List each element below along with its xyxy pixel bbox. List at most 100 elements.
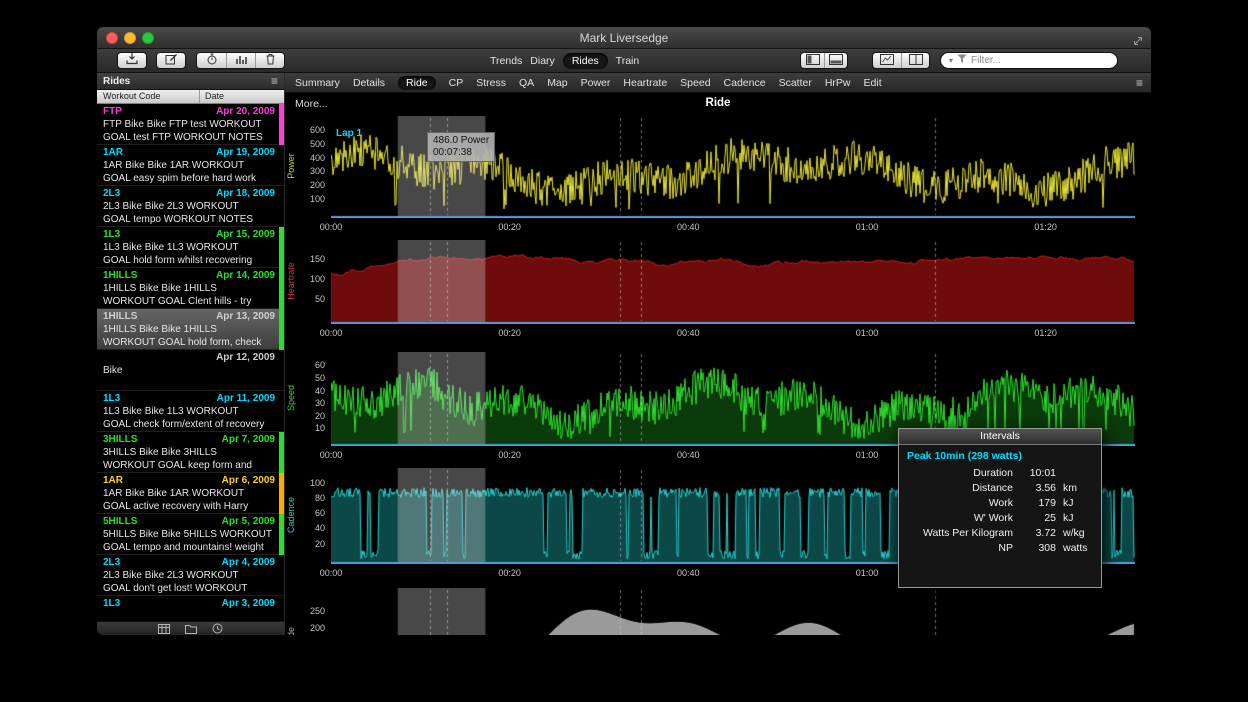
- ride-description: 5HILLS Bike Bike 5HILLS WORKOUT: [103, 528, 275, 541]
- analysis-tabs: ≡ Summary Details Ride CP Stress QA Map Power He…: [285, 73, 1151, 93]
- analysis-tab-cadence[interactable]: Cadence: [724, 77, 766, 89]
- filter-field[interactable]: ▾ Filter...: [940, 52, 1118, 69]
- panel-bottom-icon: [829, 52, 843, 69]
- page-title: Ride: [285, 93, 1151, 114]
- ride-list-item[interactable]: 1HILLSApr 14, 20091HILLS Bike Bike 1HILL…: [97, 268, 284, 309]
- stat-unit: kJ: [1063, 511, 1093, 526]
- nav-tab-diary[interactable]: Diary: [530, 55, 555, 67]
- analysis-tab-map[interactable]: Map: [547, 77, 567, 89]
- analysis-tab-hrpw[interactable]: HrPw: [825, 77, 851, 89]
- analysis-tab-ride[interactable]: Ride: [398, 76, 436, 90]
- sidebar-menu-icon[interactable]: ≡: [271, 73, 278, 90]
- column-date[interactable]: Date: [199, 90, 224, 103]
- list-column-headers: Workout Code Date: [97, 90, 284, 104]
- analysis-tab-power[interactable]: Power: [581, 77, 611, 89]
- ride-description: GOAL check form/extent of recovery: [103, 418, 275, 431]
- tabs-menu-icon[interactable]: ≡: [1136, 76, 1143, 90]
- intervals-popup-title[interactable]: Intervals: [899, 429, 1101, 445]
- main-area: ≡ Summary Details Ride CP Stress QA Map Power He…: [285, 73, 1151, 635]
- panel-left-icon: [806, 52, 820, 69]
- window-titlebar[interactable]: Mark Liversedge: [97, 27, 1151, 49]
- analysis-tab-cp[interactable]: CP: [449, 77, 464, 89]
- intervals-button[interactable]: [226, 53, 255, 68]
- x-tick-label: 00:20: [492, 568, 528, 578]
- interval-stat-row: NP308watts: [907, 541, 1093, 556]
- toggle-bottombar-button[interactable]: [824, 53, 847, 68]
- y-tick-label: 60: [297, 508, 325, 518]
- analysis-tab-heartrate[interactable]: Heartrate: [623, 77, 667, 89]
- close-button[interactable]: [106, 32, 118, 44]
- toggle-sidebar-button[interactable]: [801, 53, 824, 68]
- nav-tab-trends[interactable]: Trends: [490, 55, 522, 67]
- ride-date: Apr 12, 2009: [216, 351, 275, 364]
- delete-ride-button[interactable]: [255, 53, 284, 68]
- interval-stat-row: Distance3.56km: [907, 481, 1093, 496]
- ride-list-item[interactable]: 1L3Apr 11, 20091L3 Bike Bike 1L3 WORKOUT…: [97, 391, 284, 432]
- ride-list-item[interactable]: 3HILLSApr 7, 20093HILLS Bike Bike 3HILLS…: [97, 432, 284, 473]
- x-tick-label: 00:20: [492, 450, 528, 460]
- stopwatch-button[interactable]: [197, 53, 226, 68]
- ride-description: GOAL tempo WORKOUT NOTES: [103, 213, 275, 226]
- folder-icon[interactable]: [185, 624, 197, 634]
- analysis-tab-qa[interactable]: QA: [519, 77, 534, 89]
- ride-list-item[interactable]: FTPApr 20, 2009FTP Bike Bike FTP test WO…: [97, 104, 284, 145]
- ride-list-item[interactable]: Apr 12, 2009Bike: [97, 350, 284, 391]
- tiled-view-button[interactable]: [901, 53, 929, 68]
- save-ride-button[interactable]: [117, 52, 147, 69]
- ride-list-item[interactable]: 1L3Apr 15, 20091L3 Bike Bike 1L3 WORKOUT…: [97, 227, 284, 268]
- ride-list-item[interactable]: 1ARApr 6, 20091AR Bike Bike 1AR WORKOUTG…: [97, 473, 284, 514]
- ride-date: Apr 4, 2009: [222, 556, 275, 569]
- stat-label: Duration: [907, 466, 1013, 481]
- x-tick-label: 00:00: [313, 328, 349, 338]
- ride-code: FTP: [103, 105, 122, 118]
- edit-ride-button[interactable]: [156, 52, 186, 69]
- analysis-tab-edit[interactable]: Edit: [864, 77, 882, 89]
- clock-icon[interactable]: [212, 623, 223, 634]
- ride-date: Apr 13, 2009: [216, 310, 275, 323]
- ride-list-item[interactable]: 1HILLSApr 13, 20091HILLS Bike Bike 1HILL…: [97, 309, 284, 350]
- ride-tools-group: [196, 52, 285, 69]
- y-tick-label: 150: [297, 254, 325, 264]
- ride-description: GOAL tempo and mountains! weight: [103, 541, 275, 554]
- analysis-tab-speed[interactable]: Speed: [680, 77, 710, 89]
- analysis-tab-details[interactable]: Details: [353, 77, 385, 89]
- ride-list-item[interactable]: 1ARApr 19, 20091AR Bike Bike 1AR WORKOUT…: [97, 145, 284, 186]
- altitude-plot-canvas[interactable]: [331, 588, 1135, 635]
- chevron-down-icon: ▾: [949, 56, 953, 65]
- analysis-tab-summary[interactable]: Summary: [295, 77, 340, 89]
- analysis-tab-scatter[interactable]: Scatter: [779, 77, 812, 89]
- ride-color-strip: [279, 514, 284, 555]
- nav-tab-train[interactable]: Train: [616, 55, 640, 67]
- ride-description: 1AR Bike Bike 1AR WORKOUT: [103, 159, 275, 172]
- ride-date: Apr 5, 2009: [222, 515, 275, 528]
- zoom-button[interactable]: [142, 32, 154, 44]
- ride-code: 1L3: [103, 392, 120, 405]
- ride-description: WORKOUT GOAL keep form and: [103, 459, 275, 472]
- altitude-axis-title: Altitude: [286, 608, 296, 635]
- y-tick-label: 400: [297, 153, 325, 163]
- ride-list-item[interactable]: 2L3Apr 4, 20092L3 Bike Bike 2L3 WORKOUTG…: [97, 555, 284, 596]
- single-view-button[interactable]: [873, 53, 901, 68]
- minimize-button[interactable]: [124, 32, 136, 44]
- table-view-icon[interactable]: [158, 624, 170, 634]
- analysis-tab-stress[interactable]: Stress: [476, 77, 506, 89]
- x-tick-label: 01:20: [1028, 328, 1064, 338]
- ride-list-item[interactable]: 2L3Apr 18, 20092L3 Bike Bike 2L3 WORKOUT…: [97, 186, 284, 227]
- more-link[interactable]: More...: [295, 98, 328, 110]
- interval-stat-row: Work179kJ: [907, 496, 1093, 511]
- sidebar-bottom-toolbar: [97, 621, 284, 635]
- y-tick-label: 100: [297, 478, 325, 488]
- ride-code: 3HILLS: [103, 433, 137, 446]
- column-workout-code[interactable]: Workout Code: [103, 90, 160, 103]
- y-tick-label: 40: [297, 386, 325, 396]
- y-tick-label: 500: [297, 139, 325, 149]
- ride-list-item[interactable]: 1L3Apr 3, 2009: [97, 596, 284, 621]
- layout-toggle-group: [872, 52, 930, 69]
- nav-tab-rides[interactable]: Rides: [563, 53, 608, 69]
- ride-list-item[interactable]: 5HILLSApr 5, 20095HILLS Bike Bike 5HILLS…: [97, 514, 284, 555]
- heartrate-plot-canvas[interactable]: [331, 240, 1135, 324]
- main-toolbar: Trends Diary Rides Train ▾ Filter...: [97, 49, 1151, 73]
- compose-icon: [165, 52, 178, 70]
- x-tick-label: 00:20: [492, 222, 528, 232]
- y-tick-label: 80: [297, 493, 325, 503]
